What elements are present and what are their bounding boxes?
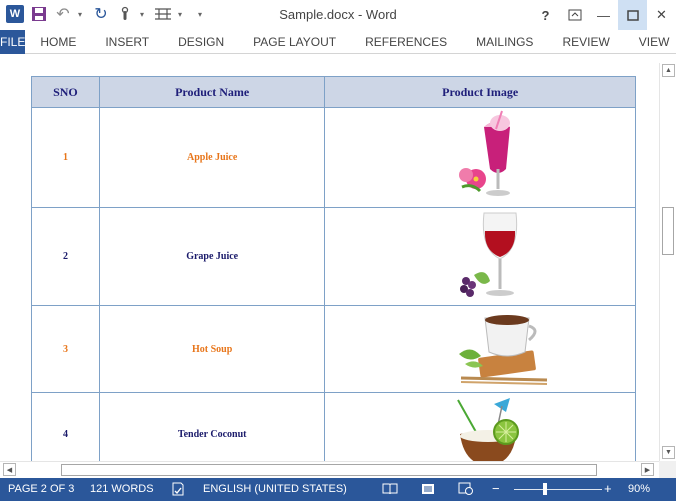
cell-sno: 2 xyxy=(31,207,100,306)
proofing-icon[interactable] xyxy=(170,482,186,496)
cell-sno: 4 xyxy=(31,392,100,461)
language-indicator[interactable]: ENGLISH (UNITED STATES) xyxy=(203,483,347,495)
status-bar: PAGE 2 OF 3 121 WORDS ENGLISH (UNITED ST… xyxy=(0,478,676,501)
minimize-icon[interactable]: — xyxy=(589,0,618,30)
tab-page-layout[interactable]: PAGE LAYOUT xyxy=(238,30,350,54)
web-layout-icon[interactable] xyxy=(458,482,474,496)
header-product-image: Product Image xyxy=(324,76,636,108)
table-row: 4 Tender Coconut xyxy=(31,392,636,461)
page-count[interactable]: PAGE 2 OF 3 xyxy=(8,483,74,495)
zoom-slider-thumb[interactable] xyxy=(543,483,547,495)
horizontal-scrollbar[interactable]: ◀ ▶ xyxy=(0,461,659,478)
tab-file[interactable]: FILE xyxy=(0,29,26,54)
zoom-slider-track[interactable] xyxy=(514,489,602,490)
table-row: 3 Hot Soup xyxy=(31,305,636,393)
tab-insert[interactable]: INSERT xyxy=(90,30,163,54)
tab-mailings[interactable]: MAILINGS xyxy=(461,30,547,54)
title-bar: W ↶ ▾ ↻ ▾ ▾ ▾ Sample.docx - Word ? — ✕ xyxy=(0,0,676,30)
cell-product-name: Apple Juice xyxy=(98,107,326,208)
tab-view[interactable]: VIEW xyxy=(624,30,676,54)
zoom-level[interactable]: 90% xyxy=(628,483,650,495)
scroll-left-button[interactable]: ◀ xyxy=(3,463,16,476)
cell-product-image xyxy=(324,107,636,208)
cell-sno: 3 xyxy=(31,305,100,393)
scroll-down-button[interactable]: ▼ xyxy=(662,446,675,459)
vertical-scroll-thumb[interactable] xyxy=(662,207,674,255)
pink-juice-glass-image[interactable] xyxy=(454,109,526,203)
cell-product-image xyxy=(324,392,636,461)
tab-home[interactable]: HOME xyxy=(25,30,90,54)
cell-product-name: Grape Juice xyxy=(98,207,326,306)
vertical-scrollbar[interactable]: ▲ ▼ xyxy=(659,63,676,461)
help-icon[interactable]: ? xyxy=(531,0,560,30)
scroll-right-button[interactable]: ▶ xyxy=(641,463,654,476)
product-table: SNO Product Name Product Image 1 Apple J… xyxy=(31,76,636,461)
zoom-in-button[interactable]: + xyxy=(604,481,612,496)
cell-product-image xyxy=(324,207,636,306)
table-header-row: SNO Product Name Product Image xyxy=(31,76,636,108)
tab-references[interactable]: REFERENCES xyxy=(350,30,461,54)
scrollbar-corner xyxy=(659,461,676,478)
ribbon-tabs: FILE HOME INSERT DESIGN PAGE LAYOUT REFE… xyxy=(0,29,676,54)
cell-product-image xyxy=(324,305,636,393)
table-row: 2 Grape Juice xyxy=(31,207,636,306)
cell-product-name: Hot Soup xyxy=(98,305,326,393)
table-row: 1 Apple Juice xyxy=(31,107,636,208)
tab-design[interactable]: DESIGN xyxy=(163,30,238,54)
tea-cup-image[interactable] xyxy=(451,308,551,388)
ribbon-display-options-icon[interactable] xyxy=(560,0,589,30)
header-sno: SNO xyxy=(31,76,100,108)
print-layout-icon[interactable] xyxy=(420,482,436,496)
cell-sno: 1 xyxy=(31,107,100,208)
read-mode-icon[interactable] xyxy=(382,482,398,496)
document-canvas[interactable]: SNO Product Name Product Image 1 Apple J… xyxy=(0,55,659,461)
header-product-name: Product Name xyxy=(98,76,326,108)
cell-product-name: Tender Coconut xyxy=(98,392,326,461)
coconut-drink-image[interactable] xyxy=(446,398,536,461)
word-count[interactable]: 121 WORDS xyxy=(90,483,154,495)
tab-review[interactable]: REVIEW xyxy=(547,30,623,54)
close-icon[interactable]: ✕ xyxy=(647,0,676,30)
zoom-out-button[interactable]: − xyxy=(492,481,500,496)
horizontal-scroll-thumb[interactable] xyxy=(61,464,597,476)
scroll-up-button[interactable]: ▲ xyxy=(662,64,675,77)
maximize-icon[interactable] xyxy=(618,0,647,30)
red-wine-glass-image[interactable] xyxy=(454,209,526,301)
